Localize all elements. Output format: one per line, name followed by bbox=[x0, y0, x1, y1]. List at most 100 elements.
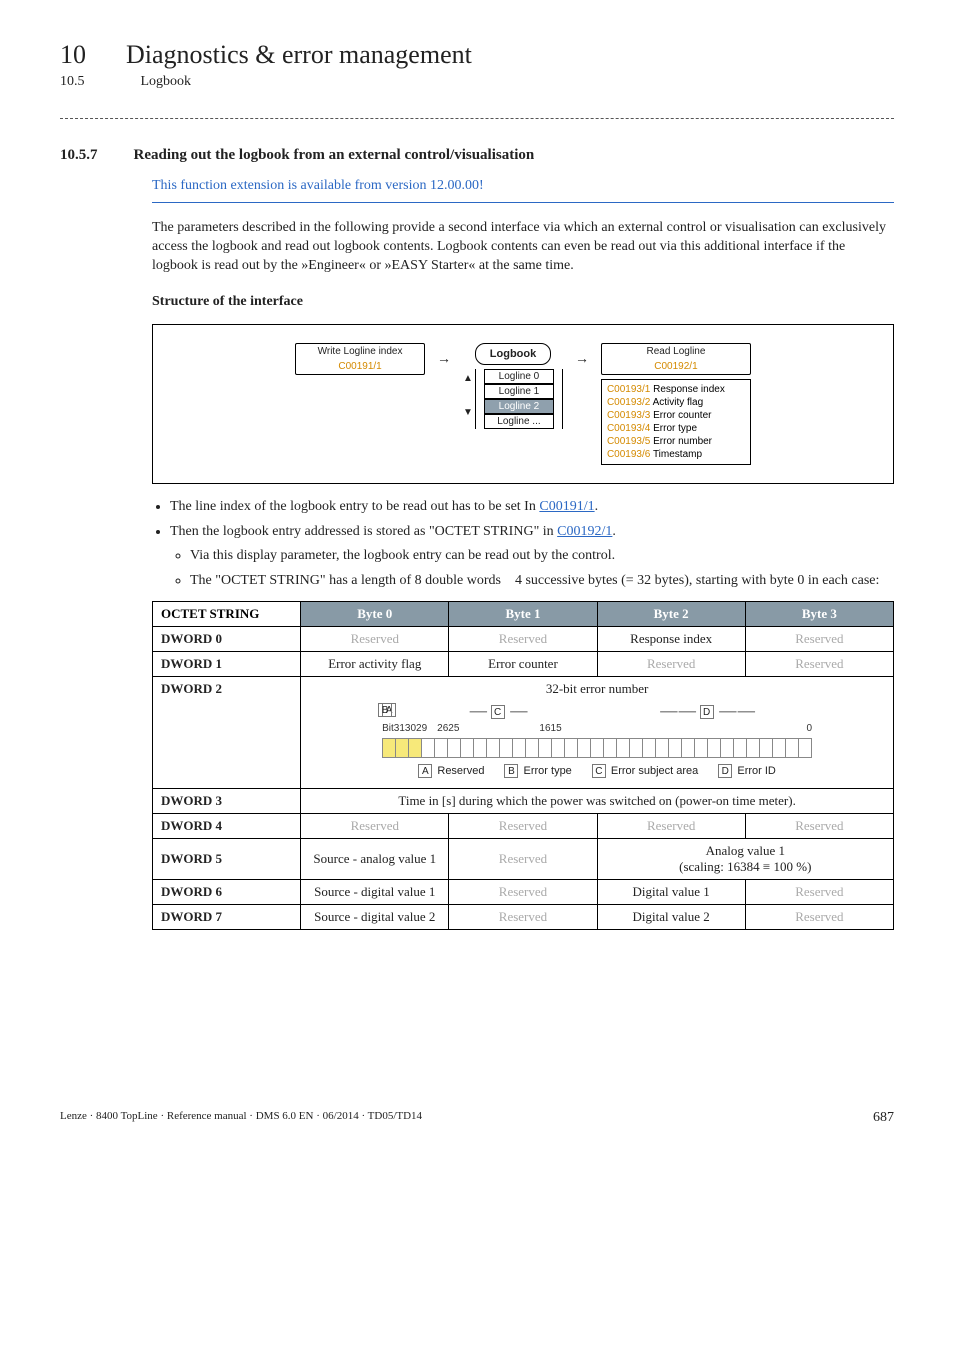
param-code: C00193/2 bbox=[607, 397, 650, 408]
legend-text: Error ID bbox=[734, 765, 776, 777]
version-note: This function extension is available fro… bbox=[152, 178, 894, 194]
table-row: DWORD 2 32-bit error number A B ⸺ C ⸺ ⸺⸺… bbox=[153, 677, 894, 789]
row-label: DWORD 3 bbox=[153, 789, 301, 814]
cell-bit-diagram: 32-bit error number A B ⸺ C ⸺ ⸺⸺ D ⸺⸺ Bi… bbox=[301, 677, 894, 789]
read-logline-code: C00192/1 bbox=[602, 359, 750, 374]
bullet-text: The line index of the logbook entry to b… bbox=[170, 499, 539, 514]
bit-pos: 26 bbox=[437, 723, 448, 734]
row-label: DWORD 5 bbox=[153, 839, 301, 880]
logline-item: Logline 0 bbox=[484, 369, 554, 384]
write-logline-box: Write Logline index C00191/1 bbox=[295, 343, 425, 375]
bit-pos: 25 bbox=[448, 723, 459, 734]
legend-letter: C bbox=[592, 764, 606, 778]
error-number-title: 32-bit error number bbox=[307, 681, 887, 697]
cell-reserved: Reserved bbox=[449, 880, 597, 905]
table-header: Byte 1 bbox=[449, 602, 597, 627]
cell-reserved: Reserved bbox=[745, 880, 893, 905]
bullet-list: The line index of the logbook entry to b… bbox=[152, 498, 894, 592]
row-label: DWORD 4 bbox=[153, 814, 301, 839]
cell-value: Time in [s] during which the power was s… bbox=[301, 789, 894, 814]
read-params-box: C00193/1 Response index C00193/2 Activit… bbox=[601, 379, 751, 465]
cell-value: Source - digital value 1 bbox=[301, 880, 449, 905]
param-desc: Error number bbox=[653, 436, 712, 447]
param-desc: Response index bbox=[653, 384, 725, 395]
cell-value: Digital value 1 bbox=[597, 880, 745, 905]
footer-text: Lenze · 8400 TopLine · Reference manual … bbox=[60, 1110, 422, 1122]
cell-reserved: Reserved bbox=[301, 814, 449, 839]
chapter-title: Diagnostics & error management bbox=[126, 40, 472, 70]
chapter-number: 10 bbox=[60, 40, 86, 70]
arrow-right-icon: → bbox=[571, 343, 593, 373]
row-label: DWORD 2 bbox=[153, 677, 301, 789]
cell-reserved: Reserved bbox=[449, 839, 597, 880]
bit-pos: Bit31 bbox=[382, 723, 405, 734]
cell-value: Error activity flag bbox=[301, 652, 449, 677]
cell-reserved: Reserved bbox=[745, 627, 893, 652]
param-code: C00193/6 bbox=[607, 449, 650, 460]
table-row: DWORD 1 Error activity flag Error counte… bbox=[153, 652, 894, 677]
bullet-text: . bbox=[595, 499, 599, 514]
table-row: DWORD 7 Source - digital value 2 Reserve… bbox=[153, 905, 894, 930]
divider bbox=[60, 118, 894, 119]
link-c00192[interactable]: C00192/1 bbox=[557, 524, 612, 539]
bit-cells bbox=[382, 738, 812, 758]
legend-letter: D bbox=[718, 764, 732, 778]
subsection-number: 10.5 bbox=[60, 74, 85, 90]
table-row: DWORD 5 Source - analog value 1 Reserved… bbox=[153, 839, 894, 880]
section-number: 10.5.7 bbox=[60, 147, 98, 164]
bit-pos: 29 bbox=[416, 723, 427, 734]
param-code: C00193/5 bbox=[607, 436, 650, 447]
bullet-text: . bbox=[612, 524, 616, 539]
table-row: DWORD 0 Reserved Reserved Response index… bbox=[153, 627, 894, 652]
table-row: DWORD 4 Reserved Reserved Reserved Reser… bbox=[153, 814, 894, 839]
row-label: DWORD 7 bbox=[153, 905, 301, 930]
bullet-text: Then the logbook entry addressed is stor… bbox=[170, 524, 557, 539]
cell-reserved: Reserved bbox=[745, 905, 893, 930]
read-logline-box: Read Logline C00192/1 bbox=[601, 343, 751, 375]
cell-value: Response index bbox=[597, 627, 745, 652]
cell-value: Analog value 1 (scaling: 16384 ≡ 100 %) bbox=[597, 839, 893, 880]
interface-structure-heading: Structure of the interface bbox=[152, 294, 894, 310]
cell-value: Source - digital value 2 bbox=[301, 905, 449, 930]
param-code: C00193/3 bbox=[607, 410, 650, 421]
legend-letter: B bbox=[504, 764, 518, 778]
table-header: Byte 2 bbox=[597, 602, 745, 627]
bullet-item: Then the logbook entry addressed is stor… bbox=[170, 523, 894, 592]
legend-text: Reserved bbox=[434, 765, 484, 777]
row-label: DWORD 6 bbox=[153, 880, 301, 905]
legend-text: Error subject area bbox=[608, 765, 698, 777]
arrow-right-icon: → bbox=[433, 343, 455, 373]
note-underline bbox=[152, 202, 894, 203]
logline-item-active: Logline 2 bbox=[484, 399, 554, 414]
logline-item: Logline ... bbox=[484, 414, 554, 429]
cell-reserved: Reserved bbox=[449, 905, 597, 930]
bit-letter-b: B bbox=[378, 703, 392, 717]
param-code: C00193/1 bbox=[607, 384, 650, 395]
link-c00191[interactable]: C00191/1 bbox=[539, 499, 594, 514]
intro-paragraph: The parameters described in the followin… bbox=[152, 219, 894, 276]
table-header: Byte 0 bbox=[301, 602, 449, 627]
cell-reserved: Reserved bbox=[745, 814, 893, 839]
legend-letter: A bbox=[418, 764, 432, 778]
cell-value: Digital value 2 bbox=[597, 905, 745, 930]
bit-letter-d: D bbox=[700, 705, 714, 719]
cell-reserved: Reserved bbox=[597, 814, 745, 839]
row-label: DWORD 1 bbox=[153, 652, 301, 677]
param-desc: Timestamp bbox=[653, 449, 702, 460]
param-desc: Error type bbox=[653, 423, 697, 434]
sub-bullet-item: Via this display parameter, the logbook … bbox=[190, 547, 894, 566]
table-header: OCTET STRING bbox=[153, 602, 301, 627]
cell-reserved: Reserved bbox=[745, 652, 893, 677]
cell-reserved: Reserved bbox=[597, 652, 745, 677]
loglines-scroll-icon: ▲▼ bbox=[463, 375, 473, 429]
bit-pos: 0 bbox=[807, 723, 813, 734]
cell-reserved: Reserved bbox=[301, 627, 449, 652]
cell-value: Source - analog value 1 bbox=[301, 839, 449, 880]
table-header: Byte 3 bbox=[745, 602, 893, 627]
param-code: C00193/4 bbox=[607, 423, 650, 434]
logline-item: Logline 1 bbox=[484, 384, 554, 399]
bit-pos: 15 bbox=[551, 723, 562, 734]
octet-string-table: OCTET STRING Byte 0 Byte 1 Byte 2 Byte 3… bbox=[152, 601, 894, 930]
sub-bullet-item: The "OCTET STRING" has a length of 8 dou… bbox=[190, 572, 894, 591]
write-logline-code: C00191/1 bbox=[296, 359, 424, 374]
